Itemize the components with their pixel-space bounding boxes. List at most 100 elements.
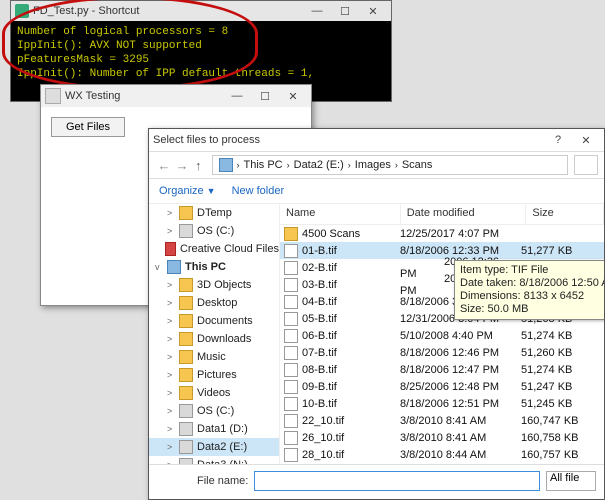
tree-item[interactable]: > Downloads	[149, 330, 279, 348]
search-input[interactable]	[574, 155, 598, 175]
col-name[interactable]: Name	[280, 204, 401, 224]
tree-item[interactable]: >OS (C:)	[149, 222, 279, 240]
breadcrumb-segment[interactable]: Images	[355, 159, 391, 171]
file-size: 51,247 KB	[515, 381, 587, 393]
file-icon	[284, 363, 298, 377]
close-button[interactable]: ✕	[572, 129, 600, 151]
breadcrumb[interactable]: › This PC › Data2 (E:) › Images › Scans	[212, 155, 569, 175]
folder-tree[interactable]: >DTemp>OS (C:)Creative Cloud FilesvThis …	[149, 204, 280, 464]
file-icon	[284, 329, 298, 343]
col-size[interactable]: Size	[526, 204, 604, 224]
pc-icon	[167, 260, 181, 274]
file-size: 51,274 KB	[515, 364, 587, 376]
expand-icon[interactable]: >	[167, 334, 175, 344]
tree-label: Documents	[197, 315, 253, 327]
file-name: 10-B.tif	[302, 398, 337, 410]
expand-icon[interactable]: >	[167, 406, 175, 416]
file-row[interactable]: 94_23.tif3/8/2010 8:46 AM160,751 KB	[280, 463, 604, 464]
expand-icon[interactable]: >	[167, 370, 175, 380]
expand-icon[interactable]: >	[167, 298, 175, 308]
file-row[interactable]: 26_10.tif3/8/2010 8:41 AM160,758 KB	[280, 429, 604, 446]
folder-icon	[179, 368, 193, 382]
file-row[interactable]: 10-B.tif8/18/2006 12:51 PM51,245 KB	[280, 395, 604, 412]
file-list[interactable]: Name Date modified Size 4500 Scans12/25/…	[280, 204, 604, 464]
file-size: 160,747 KB	[515, 415, 587, 427]
file-name: 01-B.tif	[302, 245, 337, 257]
file-row[interactable]: 07-B.tif8/18/2006 12:46 PM51,260 KB	[280, 344, 604, 361]
folder-icon	[179, 332, 193, 346]
minimize-button[interactable]: —	[303, 0, 331, 22]
chevron-right-icon: ›	[348, 160, 351, 170]
tree-label: Creative Cloud Files	[180, 243, 279, 255]
file-row[interactable]: 06-B.tif5/10/2008 4:40 PM51,274 KB	[280, 327, 604, 344]
breadcrumb-segment[interactable]: Scans	[402, 159, 433, 171]
tree-item[interactable]: >DTemp	[149, 204, 279, 222]
file-tooltip: Item type: TIF File Date taken: 8/18/200…	[454, 260, 604, 320]
file-row[interactable]: 28_10.tif3/8/2010 8:44 AM160,757 KB	[280, 446, 604, 463]
tree-item[interactable]: > Documents	[149, 312, 279, 330]
tree-label: Pictures	[197, 369, 237, 381]
file-type-combo[interactable]: All file	[546, 471, 596, 491]
tree-item[interactable]: >3D Objects	[149, 276, 279, 294]
forward-button[interactable]: →	[173, 158, 191, 173]
maximize-button[interactable]: ☐	[331, 0, 359, 22]
up-button[interactable]: ↑	[195, 158, 202, 173]
close-button[interactable]: ✕	[359, 0, 387, 22]
organize-menu[interactable]: Organize▼	[159, 185, 216, 197]
expand-icon[interactable]: >	[167, 442, 175, 452]
wx-titlebar[interactable]: WX Testing — ☐ ✕	[41, 85, 311, 107]
tree-item[interactable]: >Music	[149, 348, 279, 366]
close-button[interactable]: ✕	[279, 85, 307, 107]
drive-icon	[179, 458, 193, 464]
tree-label: Downloads	[197, 333, 251, 345]
tree-item[interactable]: >OS (C:)	[149, 402, 279, 420]
expand-icon[interactable]: >	[167, 460, 175, 464]
dialog-titlebar[interactable]: Select files to process ? ✕	[149, 129, 604, 152]
new-folder-button[interactable]: New folder	[232, 185, 285, 197]
expand-icon[interactable]: v	[155, 262, 163, 272]
tree-item[interactable]: >Desktop	[149, 294, 279, 312]
file-name: 03-B.tif	[302, 279, 337, 291]
expand-icon[interactable]: >	[167, 352, 175, 362]
file-name: 09-B.tif	[302, 381, 337, 393]
help-button[interactable]: ?	[544, 129, 572, 151]
file-size: 51,260 KB	[515, 347, 587, 359]
file-name: 26_10.tif	[302, 432, 344, 444]
get-files-button[interactable]: Get Files	[51, 117, 125, 137]
file-row[interactable]: 09-B.tif8/25/2006 12:48 PM51,247 KB	[280, 378, 604, 395]
column-headers[interactable]: Name Date modified Size	[280, 204, 604, 225]
folder-icon	[179, 314, 193, 328]
breadcrumb-segment[interactable]: Data2 (E:)	[294, 159, 344, 171]
expand-icon[interactable]: >	[167, 208, 175, 218]
expand-icon[interactable]: >	[167, 388, 175, 398]
minimize-button[interactable]: —	[223, 85, 251, 107]
terminal-title: FD_Test.py - Shortcut	[33, 5, 139, 17]
file-row[interactable]: 22_10.tif3/8/2010 8:41 AM160,747 KB	[280, 412, 604, 429]
tree-item[interactable]: > Videos	[149, 384, 279, 402]
back-button[interactable]: ←	[155, 158, 173, 173]
drive-icon	[179, 422, 193, 436]
col-date[interactable]: Date modified	[401, 204, 527, 224]
breadcrumb-segment[interactable]: This PC	[244, 159, 283, 171]
folder-icon	[179, 386, 193, 400]
tree-item[interactable]: vThis PC	[149, 258, 279, 276]
chevron-right-icon: ›	[237, 160, 240, 170]
tree-item[interactable]: >Data3 (N:)	[149, 456, 279, 464]
tree-item[interactable]: > Pictures	[149, 366, 279, 384]
expand-icon[interactable]: >	[167, 226, 175, 236]
expand-icon[interactable]: >	[167, 316, 175, 326]
tree-item[interactable]: Creative Cloud Files	[149, 240, 279, 258]
dialog-title: Select files to process	[153, 134, 260, 146]
file-icon	[284, 380, 298, 394]
tree-item[interactable]: >Data2 (E:)	[149, 438, 279, 456]
maximize-button[interactable]: ☐	[251, 85, 279, 107]
tree-label: Videos	[197, 387, 230, 399]
file-row[interactable]: 08-B.tif8/18/2006 12:47 PM51,274 KB	[280, 361, 604, 378]
expand-icon[interactable]: >	[167, 280, 175, 290]
file-row[interactable]: 4500 Scans12/25/2017 4:07 PM	[280, 225, 604, 242]
expand-icon[interactable]: >	[167, 424, 175, 434]
app-icon	[45, 88, 61, 104]
tree-item[interactable]: >Data1 (D:)	[149, 420, 279, 438]
terminal-titlebar[interactable]: FD_Test.py - Shortcut — ☐ ✕	[11, 1, 391, 21]
filename-input[interactable]	[254, 471, 540, 491]
